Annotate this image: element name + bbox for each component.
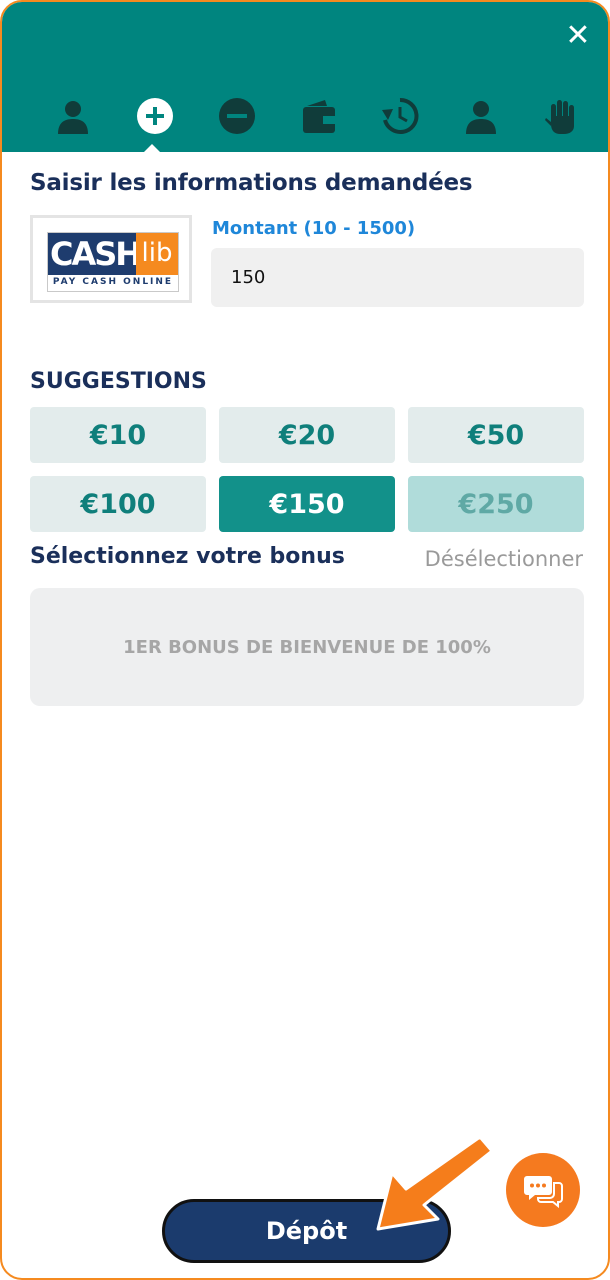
tab-history[interactable] — [376, 92, 424, 140]
close-button[interactable]: ✕ — [562, 20, 594, 52]
tab-profile[interactable] — [457, 92, 505, 140]
logo-tagline: PAY CASH ONLINE — [52, 277, 174, 287]
profile-icon — [466, 101, 496, 134]
tab-withdraw[interactable] — [213, 92, 261, 140]
cashlib-logo: CASH lib PAY CASH ONLINE — [47, 232, 179, 292]
pointer-arrow-icon — [376, 1135, 494, 1231]
bonus-option-card[interactable]: 1ER BONUS DE BIENVENUE DE 100% — [30, 588, 584, 706]
tab-deposit[interactable] — [131, 92, 179, 140]
amount-label: Montant (10 - 1500) — [212, 218, 416, 239]
wallet-icon — [303, 100, 335, 133]
tab-account[interactable] — [49, 92, 97, 140]
payment-method-logo: CASH lib PAY CASH ONLINE — [30, 215, 192, 303]
suggestion-100-button[interactable]: €100 — [30, 476, 206, 532]
tab-responsible-gaming[interactable] — [538, 92, 586, 140]
user-icon — [58, 101, 88, 134]
suggestion-10-button[interactable]: €10 — [30, 407, 206, 463]
tab-wallet[interactable] — [295, 92, 343, 140]
chat-icon — [524, 1176, 563, 1208]
suggestion-150-button[interactable]: €150 — [219, 476, 395, 532]
bonus-option-label: 1ER BONUS DE BIENVENUE DE 100% — [123, 636, 491, 658]
suggestion-20-button[interactable]: €20 — [219, 407, 395, 463]
bonus-title: Sélectionnez votre bonus — [30, 544, 345, 569]
suggestion-50-button[interactable]: €50 — [408, 407, 584, 463]
deposit-panel: ✕ Saisir les informations demandées CASH… — [0, 0, 610, 1280]
section-title: Saisir les informations demandées — [30, 170, 473, 196]
active-tab-indicator — [143, 144, 161, 153]
header-bar: ✕ — [2, 2, 608, 153]
hand-icon — [545, 100, 574, 134]
logo-lib-text: lib — [136, 233, 178, 275]
plus-circle-icon — [137, 98, 173, 134]
suggestions-title: SUGGESTIONS — [30, 369, 207, 394]
logo-cash-text: CASH — [48, 233, 142, 275]
chat-button[interactable] — [506, 1153, 580, 1227]
minus-circle-icon — [219, 98, 255, 134]
suggestion-250-button[interactable]: €250 — [408, 476, 584, 532]
history-icon — [382, 97, 419, 134]
tab-bar — [2, 92, 608, 152]
deselect-bonus-link[interactable]: Désélectionner — [425, 547, 583, 571]
amount-input[interactable] — [211, 248, 584, 307]
